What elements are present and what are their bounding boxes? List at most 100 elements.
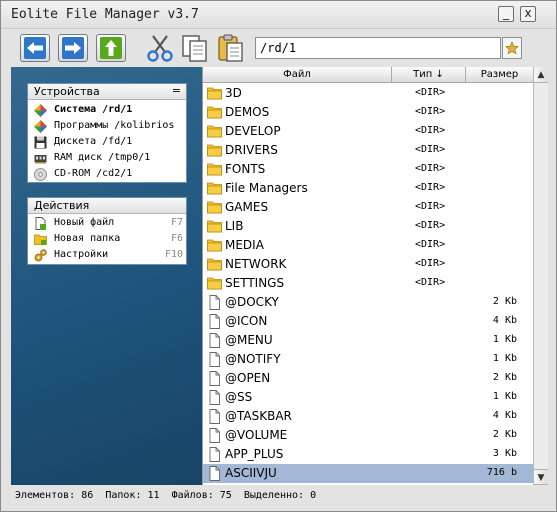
file-row[interactable]: DRIVERS <DIR>: [203, 141, 533, 160]
column-header-size[interactable]: Размер: [466, 67, 533, 83]
file-size: 716 b: [486, 467, 517, 478]
floppy-icon: [34, 136, 47, 149]
file-row[interactable]: APP_PLUS 3 Kb: [203, 445, 533, 464]
collapse-toggle[interactable]: =: [172, 84, 181, 97]
file-row[interactable]: SETTINGS <DIR>: [203, 274, 533, 293]
file-icon: [209, 295, 220, 310]
file-name: FONTS: [225, 162, 266, 176]
device-item-programs[interactable]: Программы /kolibrios: [28, 118, 186, 134]
file-row[interactable]: DEMOS <DIR>: [203, 103, 533, 122]
file-name: MEDIA: [225, 238, 264, 252]
folder-icon: [207, 258, 222, 271]
file-row[interactable]: @TASKBAR 4 Kb: [203, 407, 533, 426]
folder-icon: [207, 144, 222, 157]
file-row[interactable]: @OPEN 2 Kb: [203, 369, 533, 388]
forward-button[interactable]: [58, 34, 88, 62]
folder-icon: [207, 125, 222, 138]
devices-panel-header[interactable]: Устройства =: [28, 84, 186, 100]
window-title: Eolite File Manager v3.7: [11, 7, 199, 22]
scroll-up-arrow[interactable]: ▲: [534, 67, 548, 83]
action-new-folder[interactable]: Новая папка F6: [28, 231, 186, 247]
folder-icon: [207, 201, 222, 214]
favorite-button[interactable]: [502, 37, 522, 59]
hotkey-label: F7: [170, 217, 183, 228]
actions-panel-title: Действия: [34, 199, 90, 212]
column-header-type[interactable]: Тип ↓: [392, 67, 466, 83]
forward-icon: [62, 37, 84, 59]
hotkey-label: F6: [170, 233, 183, 244]
file-row[interactable]: @DOCKY 2 Kb: [203, 293, 533, 312]
file-name: @ICON: [225, 314, 268, 328]
copy-icon[interactable]: [179, 32, 211, 64]
file-row[interactable]: @NOTIFY 1 Kb: [203, 350, 533, 369]
file-size: 1 Kb: [492, 353, 517, 364]
file-row[interactable]: @ICON 4 Kb: [203, 312, 533, 331]
file-name: @SS: [225, 390, 253, 404]
file-size: 2 Kb: [492, 429, 517, 440]
column-header-name[interactable]: Файл: [203, 67, 392, 83]
device-label: Система /rd/1: [54, 104, 133, 115]
back-icon: [24, 37, 46, 59]
star-icon: [505, 41, 519, 55]
file-type: <DIR>: [415, 106, 446, 117]
device-label: RAM диск /tmp0/1: [54, 152, 151, 163]
action-settings[interactable]: Настройки F10: [28, 247, 186, 263]
file-row[interactable]: LIB <DIR>: [203, 217, 533, 236]
scroll-down-arrow[interactable]: ▼: [534, 469, 548, 485]
file-icon: [209, 314, 220, 329]
file-row[interactable]: @VOLUME 2 Kb: [203, 426, 533, 445]
file-name: @MENU: [225, 333, 273, 347]
file-row[interactable]: File Managers <DIR>: [203, 179, 533, 198]
status-files-count: 75: [219, 490, 232, 501]
folder-icon: [207, 182, 222, 195]
file-type: <DIR>: [415, 144, 446, 155]
file-name: ASCIIVJU: [225, 466, 277, 480]
file-type: <DIR>: [415, 239, 446, 250]
file-row[interactable]: 3D <DIR>: [203, 84, 533, 103]
file-row[interactable]: MEDIA <DIR>: [203, 236, 533, 255]
ram-disk-icon: [34, 155, 47, 164]
file-icon: [209, 371, 220, 386]
file-icon: [209, 447, 220, 462]
file-row[interactable]: DEVELOP <DIR>: [203, 122, 533, 141]
file-type: <DIR>: [415, 163, 446, 174]
path-input[interactable]: [255, 37, 501, 59]
status-elements-label: Элементов:: [15, 490, 76, 501]
device-item-ram-disk[interactable]: RAM диск /tmp0/1: [28, 150, 186, 166]
actions-panel: Действия Новый файл F7 Новая папка F6 На…: [27, 197, 187, 265]
file-size: 2 Kb: [492, 296, 517, 307]
action-label: Новая папка: [54, 233, 121, 244]
close-button[interactable]: x: [520, 6, 536, 22]
file-name: GAMES: [225, 200, 269, 214]
file-list: Файл Тип ↓ Размер 3D <DIR> DEMOS <DIR> DEVEL…: [202, 67, 533, 485]
file-name: DEMOS: [225, 105, 270, 119]
file-name: DRIVERS: [225, 143, 278, 157]
file-row[interactable]: @MENU 1 Kb: [203, 331, 533, 350]
action-new-file[interactable]: Новый файл F7: [28, 215, 186, 231]
status-files-label: Файлов:: [171, 490, 214, 501]
title-bar[interactable]: Eolite File Manager v3.7 _ x: [1, 1, 556, 29]
file-row[interactable]: FONTS <DIR>: [203, 160, 533, 179]
file-row[interactable]: ASCIIVJU 716 b: [203, 464, 533, 483]
file-size: 4 Kb: [492, 410, 517, 421]
file-type: <DIR>: [415, 277, 446, 288]
paste-icon[interactable]: [215, 32, 247, 64]
file-name: NETWORK: [225, 257, 287, 271]
minimize-button[interactable]: _: [498, 6, 514, 22]
file-row[interactable]: GAMES <DIR>: [203, 198, 533, 217]
file-row[interactable]: @SS 1 Kb: [203, 388, 533, 407]
file-row[interactable]: NETWORK <DIR>: [203, 255, 533, 274]
file-size: 4 Kb: [492, 315, 517, 326]
folder-icon: [207, 220, 222, 233]
back-button[interactable]: [20, 34, 50, 62]
up-button[interactable]: [96, 34, 126, 62]
device-item-system[interactable]: Система /rd/1: [28, 102, 186, 118]
file-name: @OPEN: [225, 371, 271, 385]
file-name: @VOLUME: [225, 428, 288, 442]
toolbar: [1, 29, 556, 67]
file-type: <DIR>: [415, 201, 446, 212]
device-item-cdrom[interactable]: CD-ROM /cd2/1: [28, 166, 186, 182]
cut-icon[interactable]: [144, 32, 176, 64]
vertical-scrollbar[interactable]: ▲ ▼: [533, 67, 548, 485]
device-item-floppy[interactable]: Дискета /fd/1: [28, 134, 186, 150]
